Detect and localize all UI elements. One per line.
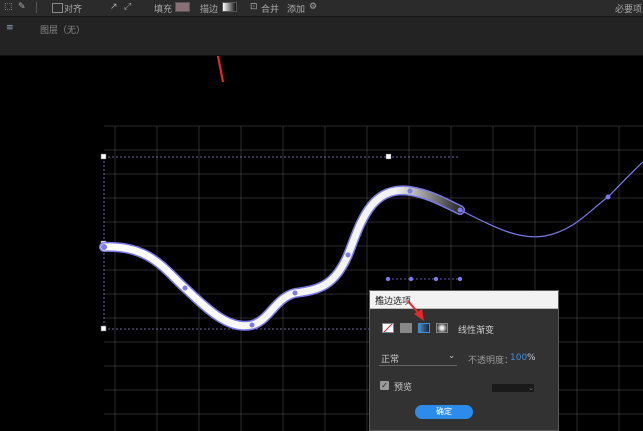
preview-checkbox[interactable]: ✓ bbox=[380, 381, 389, 390]
close-icon[interactable]: × bbox=[375, 294, 552, 304]
preview-label[interactable]: 预览 bbox=[394, 380, 412, 393]
subselect-tool-icon[interactable]: ✎ bbox=[18, 2, 26, 12]
chevron-down-icon: ⌄ bbox=[448, 351, 455, 360]
radial-gradient-button[interactable] bbox=[436, 323, 448, 333]
stroke-label: 描边 bbox=[200, 5, 219, 15]
background-dropdown[interactable]: ⌄ bbox=[492, 384, 534, 392]
opacity-unit: % bbox=[527, 353, 536, 363]
red-annotation-arrow-dialog bbox=[407, 300, 424, 321]
confirm-button[interactable]: 确定 bbox=[415, 405, 473, 419]
fill-label: 填充 bbox=[154, 5, 173, 15]
opacity-value[interactable]: 100 bbox=[510, 353, 527, 363]
merge-label[interactable]: 合并 bbox=[261, 2, 279, 15]
options-label[interactable]: 必要项 bbox=[615, 2, 642, 15]
tab-partial[interactable]: ≡ bbox=[6, 23, 14, 33]
opacity-label: 不透明度： bbox=[468, 356, 514, 366]
stroke-options-dialog: 描边选项 × 线性渐变 正常 ⌄ 不透明度： 100 % ✓ 预览 确定 bbox=[369, 290, 559, 431]
blend-mode-select[interactable]: 正常 ⌄ bbox=[379, 351, 457, 366]
blend-mode-value: 正常 bbox=[381, 355, 400, 365]
top-toolbar: ⬚ ✎ 对齐 ↗ ⤢ 填充 描边 ⊡ 合并 添加 ⚙ 必要项 bbox=[0, 0, 643, 17]
select-tool-icon[interactable]: ⬚ bbox=[4, 2, 13, 12]
divider bbox=[36, 2, 37, 13]
no-stroke-button[interactable] bbox=[382, 323, 394, 333]
tab-bar: ≡ 图层（无） bbox=[0, 17, 643, 56]
settings-icon[interactable]: ⚙ bbox=[309, 2, 317, 12]
unselected-path-segment bbox=[459, 161, 643, 238]
solid-stroke-button[interactable] bbox=[400, 323, 412, 333]
linear-gradient-button[interactable] bbox=[418, 323, 430, 333]
tab-layer[interactable]: 图层（无） bbox=[40, 23, 85, 36]
merge-icon[interactable]: ⊡ bbox=[250, 2, 258, 12]
gradient-type-label: 线性渐变 bbox=[458, 326, 495, 336]
snap-icon[interactable]: ⤢ bbox=[124, 2, 131, 12]
align-icon[interactable] bbox=[52, 3, 63, 13]
dialog-title-bar: 描边选项 × bbox=[370, 291, 558, 309]
fill-color-swatch[interactable] bbox=[175, 2, 190, 12]
stroke-gradient-swatch[interactable] bbox=[222, 2, 237, 12]
add-label[interactable]: 添加 bbox=[287, 2, 305, 15]
red-annotation-arrow-top bbox=[216, 56, 225, 83]
transform-icon[interactable]: ↗ bbox=[110, 2, 118, 12]
align-label[interactable]: 对齐 bbox=[64, 2, 82, 15]
